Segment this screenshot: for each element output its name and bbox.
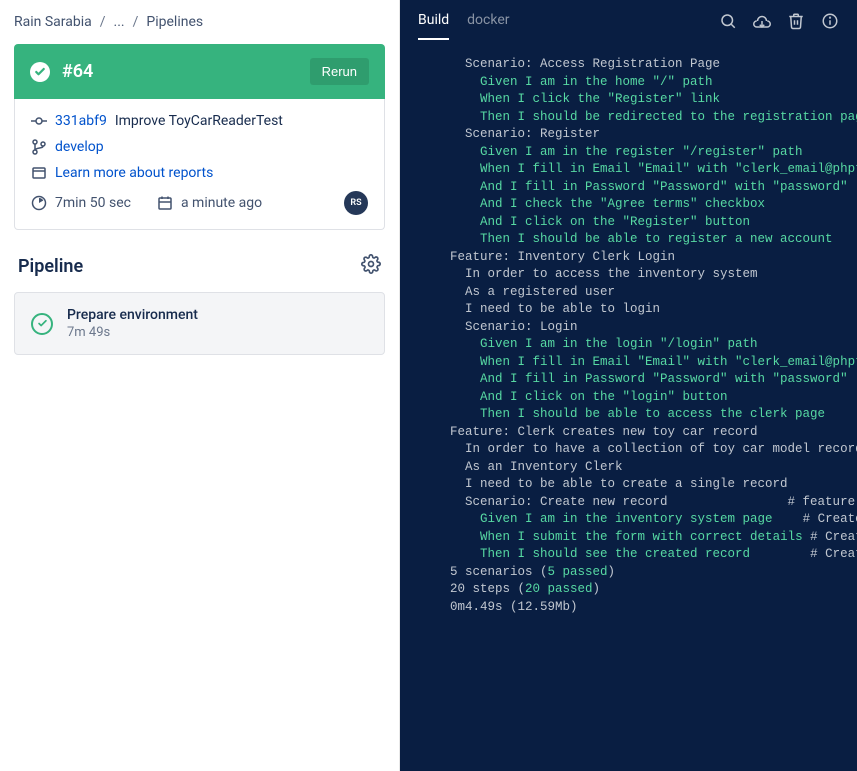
trash-icon[interactable] — [787, 12, 805, 30]
breadcrumb-page[interactable]: Pipelines — [146, 14, 203, 30]
reports-link[interactable]: Learn more about reports — [55, 165, 213, 181]
pipeline-title: Pipeline — [18, 256, 83, 277]
tab-build[interactable]: Build — [418, 12, 449, 40]
info-icon[interactable] — [821, 12, 839, 30]
branch-icon — [31, 139, 47, 155]
duration-value: 7min 50 sec — [55, 195, 131, 211]
breadcrumb-sep: / — [100, 14, 106, 30]
breadcrumb: Rain Sarabia / ... / Pipelines — [14, 14, 385, 30]
report-icon — [31, 165, 47, 181]
step-duration: 7m 49s — [67, 325, 198, 340]
step-info: Prepare environment 7m 49s — [67, 307, 198, 340]
meta-row: 7min 50 sec a minute ago RS — [31, 191, 368, 215]
gear-icon[interactable] — [361, 254, 381, 278]
calendar-icon — [157, 195, 173, 211]
pipeline-section: Pipeline Prepare environment 7m 49s — [14, 254, 385, 355]
rerun-button[interactable]: Rerun — [310, 58, 369, 85]
build-card: 331abf9 Improve ToyCarReaderTest develop… — [14, 99, 385, 230]
step-card[interactable]: Prepare environment 7m 49s — [14, 292, 385, 355]
commit-message: Improve ToyCarReaderTest — [115, 113, 283, 129]
breadcrumb-owner[interactable]: Rain Sarabia — [14, 14, 92, 30]
left-panel: Rain Sarabia / ... / Pipelines #64 Rerun… — [0, 0, 400, 771]
avatar[interactable]: RS — [344, 191, 368, 215]
commit-hash[interactable]: 331abf9 — [55, 113, 107, 129]
breadcrumb-mid[interactable]: ... — [114, 14, 125, 30]
commit-icon — [31, 113, 47, 129]
build-header: #64 Rerun — [14, 44, 385, 99]
duration-icon — [31, 195, 47, 211]
breadcrumb-sep: / — [133, 14, 139, 30]
download-icon[interactable] — [753, 12, 771, 30]
tab-docker[interactable]: docker — [467, 12, 509, 40]
pipeline-header: Pipeline — [14, 254, 385, 292]
console-panel: Build docker Scenario: Access Registrati… — [400, 0, 857, 771]
step-name: Prepare environment — [67, 307, 198, 323]
success-icon — [30, 62, 50, 82]
step-success-icon — [31, 313, 53, 335]
finished-value: a minute ago — [181, 195, 262, 211]
branch-row: develop — [31, 139, 368, 155]
build-header-left: #64 — [30, 61, 93, 82]
branch-name[interactable]: develop — [55, 139, 104, 155]
reports-row: Learn more about reports — [31, 165, 368, 181]
console-actions — [719, 12, 839, 40]
search-icon[interactable] — [719, 12, 737, 30]
commit-row: 331abf9 Improve ToyCarReaderTest — [31, 113, 368, 129]
console-header: Build docker — [400, 0, 857, 40]
console-output[interactable]: Scenario: Access Registration Page Given… — [400, 40, 857, 771]
build-number: #64 — [62, 61, 93, 82]
